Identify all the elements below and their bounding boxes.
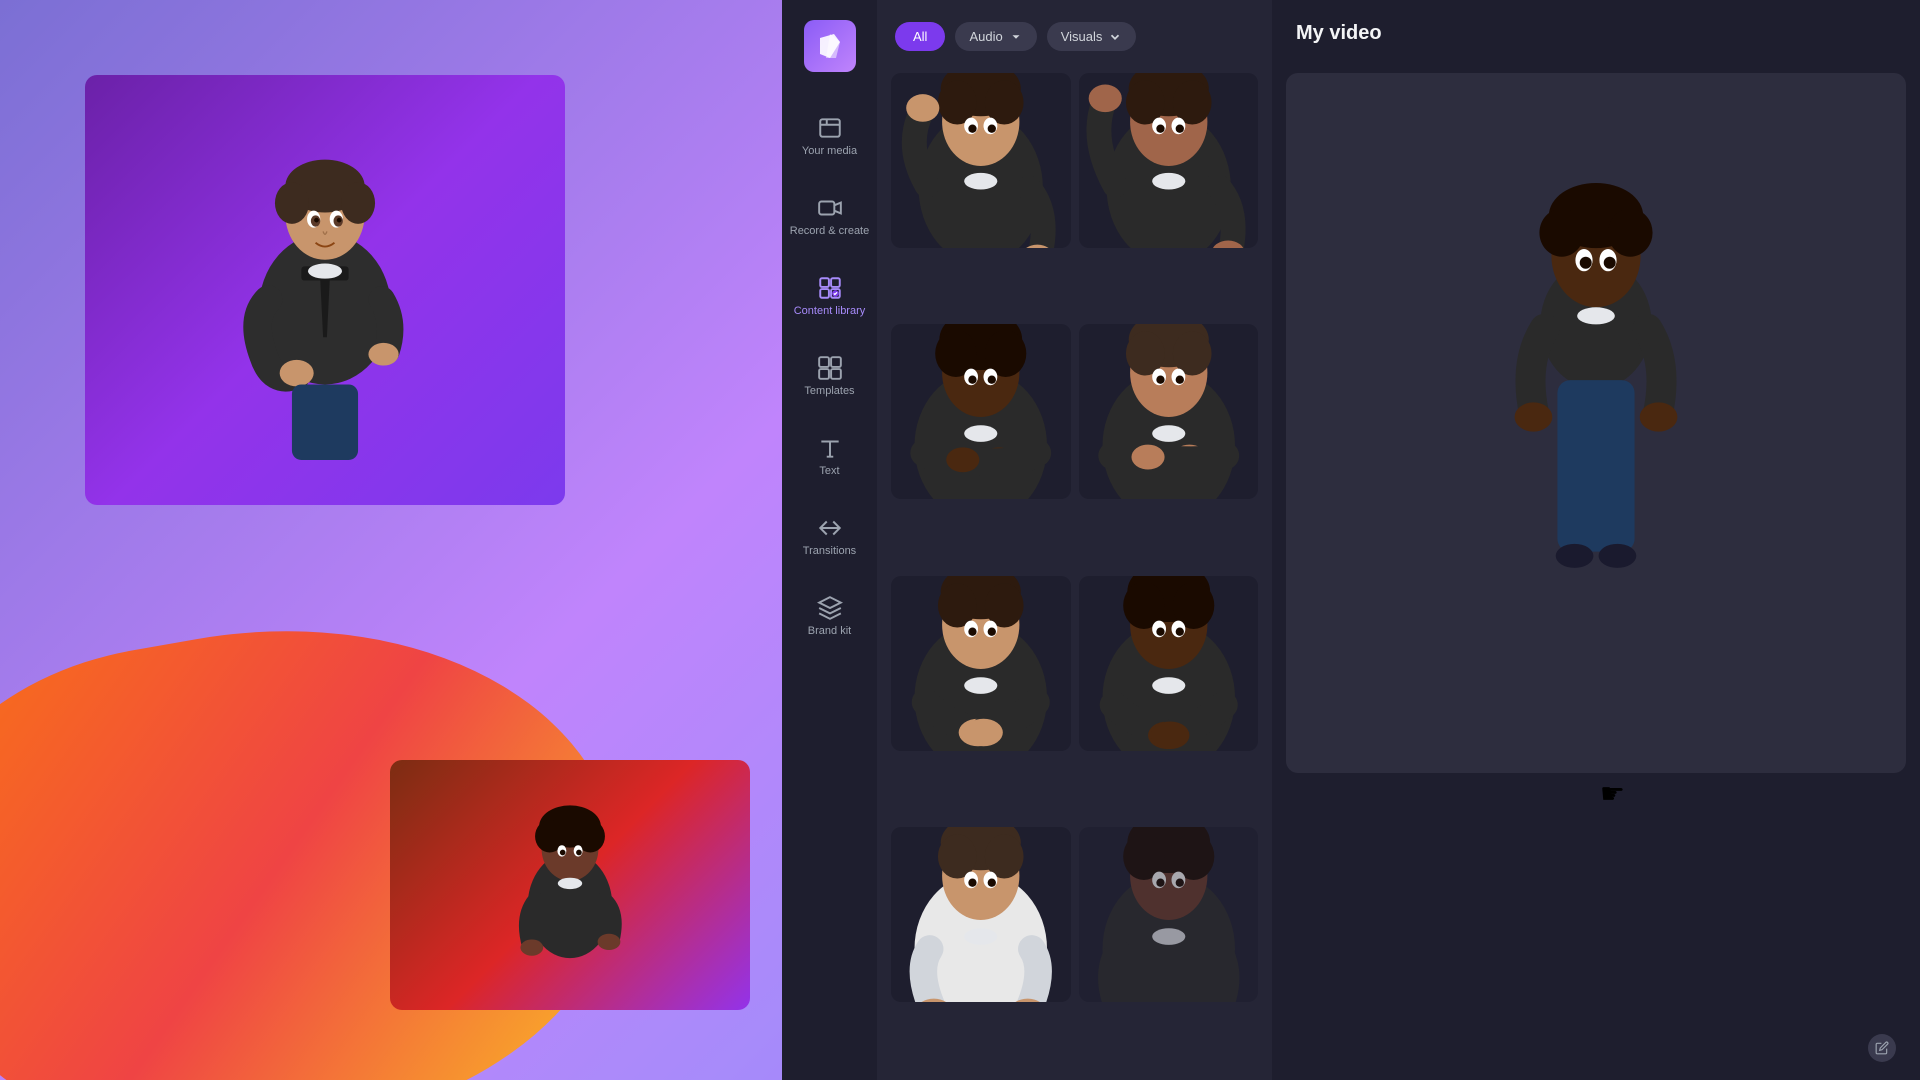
sidebar-item-brand-kit[interactable]: Brand kit: [787, 577, 872, 657]
filter-bar: All Audio Visuals: [877, 0, 1272, 69]
cursor-hand-icon: ☛: [1600, 777, 1625, 810]
audio-label: Audio: [969, 29, 1002, 44]
video-preview-main[interactable]: [85, 75, 565, 505]
sidebar-item-content-library[interactable]: Content library: [787, 257, 872, 337]
sidebar-item-transitions[interactable]: Transitions: [787, 497, 872, 577]
avatar-grid: [877, 69, 1272, 1074]
sidebar-item-text[interactable]: Text: [787, 417, 872, 497]
right-avatar-card[interactable]: [1286, 73, 1906, 773]
sidebar-item-record-create[interactable]: Record & create: [787, 177, 872, 257]
sidebar-item-templates[interactable]: Templates: [787, 337, 872, 417]
avatar-card-8[interactable]: [1079, 827, 1259, 1002]
sidebar-label-record-create: Record & create: [790, 225, 869, 238]
right-panel-content: [1272, 73, 1920, 773]
right-panel-title: My video: [1272, 0, 1920, 63]
avatar-card-6[interactable]: [1079, 576, 1259, 751]
sidebar-label-transitions: Transitions: [803, 545, 856, 558]
sidebar-item-your-media[interactable]: Your media: [787, 97, 872, 177]
sidebar: Your media Record & create Content libra…: [782, 0, 877, 1080]
video-preview-secondary[interactable]: [390, 760, 750, 1010]
app-logo[interactable]: [804, 20, 856, 72]
filter-audio-dropdown[interactable]: Audio: [955, 22, 1036, 51]
sidebar-label-text: Text: [819, 465, 839, 478]
sidebar-label-brand-kit: Brand kit: [808, 625, 851, 638]
avatar-card-1[interactable]: [891, 73, 1071, 248]
avatar-main: [85, 75, 565, 505]
filter-all-button[interactable]: All: [895, 22, 945, 51]
avatar-card-7[interactable]: [891, 827, 1071, 1002]
avatar-card-4[interactable]: [1079, 324, 1259, 499]
right-panel: My video: [1272, 0, 1920, 1080]
canvas-area: [0, 0, 780, 1080]
bottom-bar: [1868, 1034, 1896, 1062]
sidebar-label-your-media: Your media: [802, 145, 857, 158]
sidebar-label-content-library: Content library: [794, 305, 866, 318]
avatar-card-5[interactable]: [891, 576, 1071, 751]
main-panel: All Audio Visuals: [877, 0, 1272, 1080]
avatar-card-3[interactable]: [891, 324, 1071, 499]
visuals-label: Visuals: [1061, 29, 1103, 44]
avatar-card-2[interactable]: [1079, 73, 1259, 248]
sidebar-label-templates: Templates: [804, 385, 854, 398]
edit-icon-button[interactable]: [1868, 1034, 1896, 1062]
filter-visuals-dropdown[interactable]: Visuals: [1047, 22, 1137, 51]
